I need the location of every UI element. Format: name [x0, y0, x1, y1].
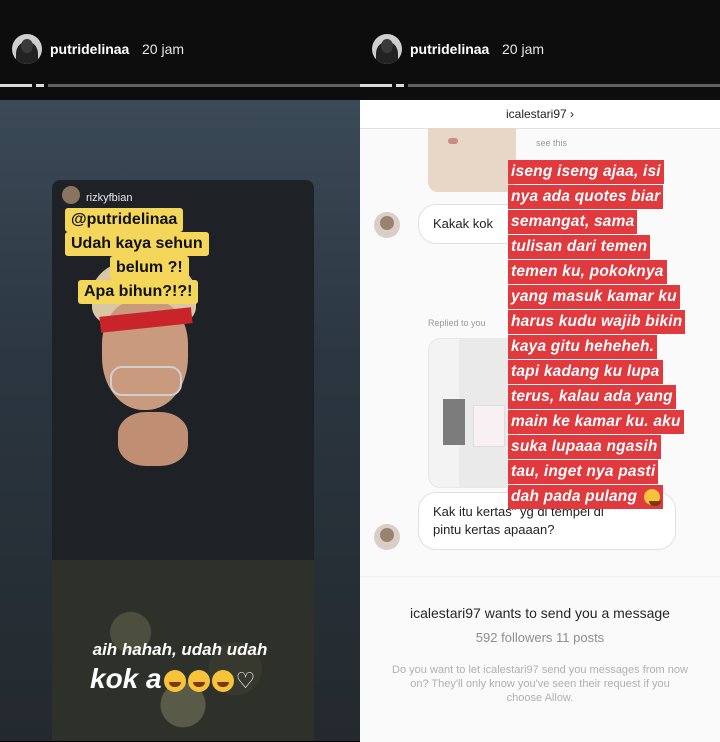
reply-username: rizkyfbian — [86, 192, 133, 204]
replied-to-label: Replied to you — [428, 318, 486, 328]
overlay-line: tapi kadang ku lupa — [508, 360, 663, 384]
story-time: 20 jam — [142, 41, 185, 57]
overlay-line-text: dah pada pulang — [511, 488, 638, 505]
dm-screenshot: icalestari97 › see this Kakak kok Replie… — [360, 100, 720, 742]
photo-glasses — [110, 366, 182, 396]
progress-segment — [36, 84, 44, 87]
message-text: Kakak kok — [433, 216, 493, 231]
overlay-line: kaya gitu heheheh. — [508, 335, 658, 359]
progress-segment — [408, 84, 720, 87]
overlay-line: dah pada pulang — [508, 485, 663, 509]
caption-line-2: kok a ♡ — [90, 663, 255, 695]
request-title: icalestari97 wants to send you a message — [360, 605, 720, 621]
progress-segment — [48, 84, 360, 87]
request-username: icalestari97 — [410, 605, 481, 621]
story-progress — [360, 84, 720, 87]
dm-header: icalestari97 › — [360, 100, 720, 129]
request-text: wants to send you a message — [484, 605, 670, 621]
left-story-panel[interactable]: rizkyfbian @putridelinaa Udah kaya sehun… — [0, 0, 360, 741]
sticker-line-2: Udah kaya sehun — [65, 232, 209, 256]
overlay-line: tau, inget nya pasti — [508, 460, 659, 484]
laughing-emoji-icon — [211, 669, 234, 692]
overlay-line: temen ku, pokoknya — [508, 260, 667, 284]
overlay-line: harus kudu wajib bikin — [508, 310, 686, 334]
story-header: putridelinaa 20 jam — [0, 0, 360, 100]
story-username[interactable]: putridelinaa — [50, 41, 129, 57]
photo-hand — [118, 412, 188, 466]
overlay-line: semangat, sama — [508, 210, 638, 234]
overlay-line: yang masuk kamar ku — [508, 285, 680, 309]
story-time: 20 jam — [502, 41, 545, 57]
message-line-2: pintu kertas apaaan? — [433, 522, 555, 537]
overlay-line: main ke kamar ku. aku — [508, 410, 684, 434]
sad-emoji-icon — [643, 488, 661, 506]
laughing-emoji-icon — [187, 669, 210, 692]
reply-avatar — [62, 186, 80, 204]
progress-segment — [360, 84, 392, 87]
overlay-line: suka lupaaa ngasih — [508, 435, 661, 459]
replied-story-thumbnail — [428, 338, 518, 488]
story-username[interactable]: putridelinaa — [410, 41, 489, 57]
dm-header-username: icalestari97 › — [505, 107, 575, 121]
progress-segment — [0, 84, 32, 87]
sticker-line-4: Apa bihun?!?! — [78, 280, 199, 304]
sticker-line-1: @putridelinaa — [65, 208, 184, 232]
dm-avatar — [374, 212, 400, 238]
story-text-overlay: iseng iseng ajaa, isi nya ada quotes bia… — [508, 160, 720, 510]
shared-post-thumbnail — [428, 128, 516, 192]
overlay-line: tulisan dari temen — [508, 235, 651, 259]
story-header: putridelinaa 20 jam — [360, 0, 720, 100]
message-request-panel: icalestari97 wants to send you a message… — [360, 576, 720, 742]
heart-icon: ♡ — [235, 667, 256, 693]
sticker-line-3: belum ?! — [110, 256, 189, 280]
avatar[interactable] — [12, 34, 42, 64]
overlay-line: nya ada quotes biar — [508, 185, 664, 209]
progress-segment — [396, 84, 404, 87]
small-note: see this — [536, 138, 568, 148]
overlay-line: iseng iseng ajaa, isi — [508, 160, 664, 184]
laughing-emoji-icon — [163, 669, 186, 692]
caption-line-1: aih hahah, udah udah — [92, 640, 268, 659]
dm-avatar — [374, 524, 400, 550]
caption-text: kok a — [90, 663, 162, 694]
request-body: Do you want to let icalestari97 send you… — [392, 664, 688, 704]
request-stats: 592 followers 11 posts — [475, 630, 605, 645]
overlay-line: terus, kalau ada yang — [508, 385, 676, 409]
avatar[interactable] — [372, 34, 402, 64]
story-progress — [0, 84, 360, 87]
